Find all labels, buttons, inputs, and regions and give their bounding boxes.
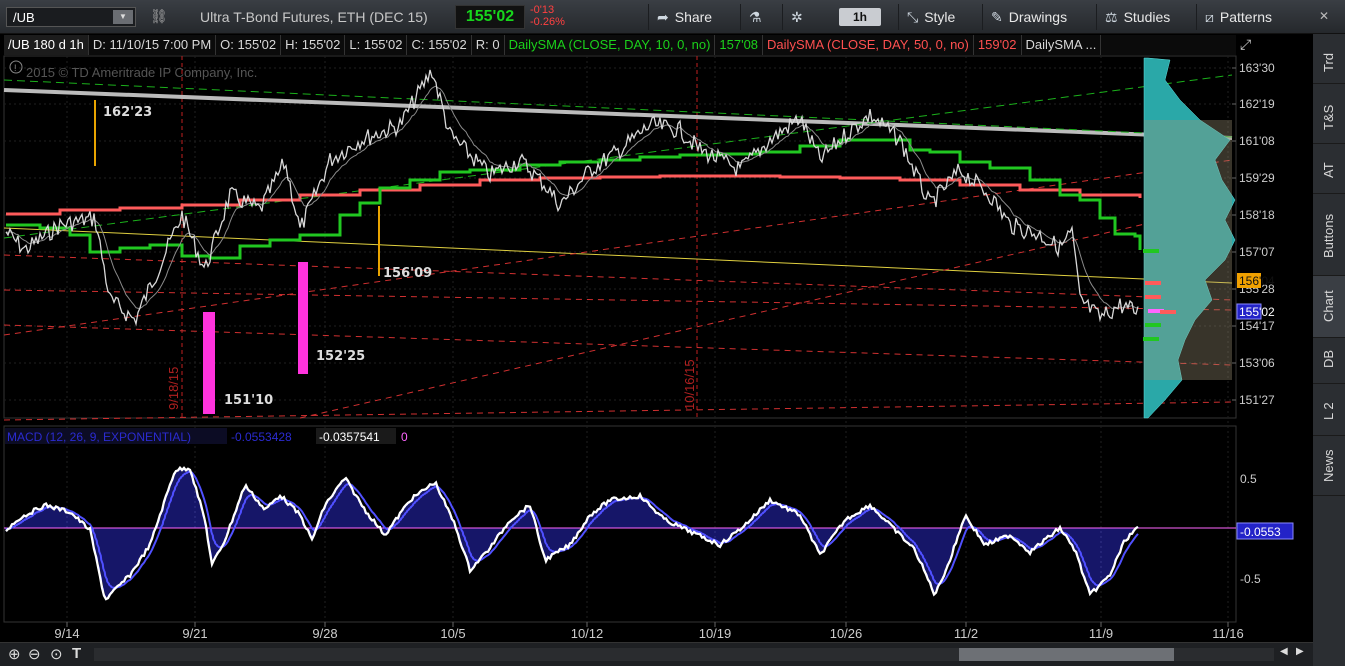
macd-tick-pos: 0.5 (1240, 472, 1257, 486)
price-pane[interactable] (3, 55, 1237, 419)
tab-db[interactable]: DB (1313, 338, 1345, 384)
price-bubble-blue: 155'02 (1239, 305, 1275, 319)
macd-label[interactable]: MACD (12, 26, 9, EXPONENTIAL) (7, 430, 191, 444)
tab-buttons[interactable]: Buttons (1313, 194, 1345, 276)
annotation-label-2: 156'09 (383, 266, 432, 281)
tab-level2-label: L 2 (1321, 402, 1336, 420)
annotation-label-4: 151'10 (224, 393, 273, 408)
price-tick-label: 154'17 (1239, 319, 1275, 333)
tab-chart-label: Chart (1321, 290, 1336, 322)
price-tick-label: 162'19 (1239, 97, 1275, 111)
watermark: 2015 © TD Ameritrade IP Company, Inc. (26, 65, 257, 80)
price-bubble-orange: 156'04 (1239, 274, 1275, 288)
level-marker (1145, 295, 1161, 299)
tab-trd-label: Trd (1321, 52, 1336, 72)
date-marker-label-1: 9/18/15 (166, 367, 181, 410)
macd-value3: 0 (401, 430, 408, 444)
tab-chart[interactable]: Chart (1313, 276, 1345, 338)
price-tick-label: 159'29 (1239, 171, 1275, 185)
time-axis[interactable]: 9/14 9/21 9/28 10/5 10/12 10/19 10/26 11/2 11/9 1… (54, 622, 1244, 641)
time-tick-label: 9/14 (54, 626, 79, 641)
macd-value1: -0.0553428 (231, 430, 292, 444)
tab-news-label: News (1321, 449, 1336, 482)
level-marker (1160, 310, 1176, 314)
time-scrollbar[interactable] (94, 648, 1274, 661)
price-tick-label: 158'18 (1239, 208, 1275, 222)
price-tick-label: 163'30 (1239, 61, 1275, 75)
time-tick-label: 11/9 (1089, 626, 1113, 641)
price-axis[interactable]: 163'30 162'19 161'08 159'29 158'18 157'07 155'… (1232, 61, 1275, 407)
macd-value2: -0.0357541 (319, 430, 380, 444)
zoom-fit-icon[interactable]: ⊙ (50, 645, 63, 663)
price-tick-label: 151'27 (1239, 393, 1275, 407)
time-tick-label: 10/5 (440, 626, 465, 641)
macd-bubble: -0.0553 (1240, 525, 1281, 539)
tab-level2[interactable]: L 2 (1313, 384, 1345, 436)
annotation-label-1: 162'23 (103, 105, 152, 120)
zoom-in-icon[interactable]: ⊕ (8, 645, 21, 663)
side-tabs: Trd T&S AT Buttons Chart DB L 2 News (1313, 34, 1345, 666)
chart-area[interactable]: ! 2015 © TD Ameritrade IP Company, Inc. … (0, 0, 1313, 642)
level-marker (1143, 337, 1159, 341)
price-tick-label: 153'06 (1239, 356, 1275, 370)
close-window-icon[interactable]: ✕ (1316, 8, 1332, 24)
zoom-out-icon[interactable]: ⊖ (28, 645, 41, 663)
scroll-right-icon[interactable]: ▶ (1296, 646, 1304, 657)
tab-buttons-label: Buttons (1321, 213, 1336, 258)
price-tick-label: 157'07 (1239, 245, 1275, 259)
tab-trd[interactable]: Trd (1313, 34, 1345, 84)
annotation-bar-3[interactable] (298, 262, 308, 374)
time-tick-label: 11/2 (954, 626, 978, 641)
level-marker (1145, 323, 1161, 327)
text-tool-icon[interactable]: T (72, 645, 81, 662)
price-tick-label: 161'08 (1239, 134, 1275, 148)
time-tick-label: 11/16 (1212, 626, 1244, 641)
level-marker (1145, 281, 1161, 285)
time-tick-label: 10/19 (699, 626, 732, 641)
time-tick-label: 10/26 (830, 626, 863, 641)
scroll-left-icon[interactable]: ◀ (1280, 646, 1288, 657)
tab-news[interactable]: News (1313, 436, 1345, 496)
info-icon-glyph: ! (14, 63, 17, 73)
time-tick-label: 9/28 (312, 626, 337, 641)
annotation-bar-4[interactable] (203, 312, 215, 414)
tab-time-sales-label: T&S (1321, 104, 1336, 130)
time-tick-label: 9/21 (182, 626, 207, 641)
time-tick-label: 10/12 (571, 626, 604, 641)
annotation-label-3: 152'25 (316, 349, 365, 364)
tab-time-sales[interactable]: T&S (1313, 84, 1345, 144)
tab-at-label: AT (1321, 162, 1336, 178)
scrollbar-thumb[interactable] (959, 648, 1174, 661)
bottom-bar: ⊕ ⊖ ⊙ T ◀ ▶ (0, 642, 1313, 666)
level-marker (1143, 249, 1159, 253)
tab-at[interactable]: AT (1313, 144, 1345, 194)
date-marker-label-2: 10/16/15 (682, 359, 697, 410)
macd-tick-neg: -0.5 (1240, 572, 1261, 586)
tab-db-label: DB (1321, 349, 1336, 368)
